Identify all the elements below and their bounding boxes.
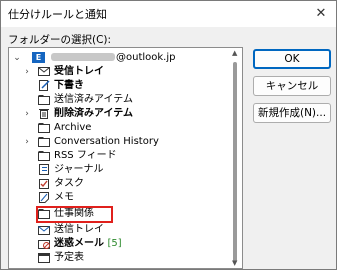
tree-item-label: 送信トレイ xyxy=(54,224,104,235)
tree-item-label: タスク xyxy=(54,178,84,189)
tree-item-label: ジャーナル xyxy=(54,164,104,175)
tree-item-label: RSS フィード xyxy=(54,150,117,161)
tree-item-conversation-history[interactable]: › Conversation History xyxy=(9,135,229,149)
tree-item-label: 削除済みアイテム xyxy=(54,108,133,119)
tree-account-row[interactable]: ⌄ E @outlook.jp xyxy=(9,51,229,65)
tree-item-label: 迷惑メール xyxy=(54,238,104,249)
junk-icon xyxy=(38,240,50,249)
tree-item-label: メモ xyxy=(54,192,74,203)
drafts-icon xyxy=(39,80,50,91)
sent-folder-icon xyxy=(38,95,50,105)
tree-item-label: 下書き xyxy=(54,80,84,91)
chevron-down-icon[interactable]: ⌄ xyxy=(12,51,22,65)
scroll-up-icon[interactable]: ▲ xyxy=(232,49,237,57)
folder-tree[interactable]: ⌄ E @outlook.jp › 受信トレイ 下書き 送信済みアイテム › 削… xyxy=(8,47,243,269)
tree-scrollbar[interactable]: ▲ ▼ xyxy=(230,48,242,268)
folder-icon xyxy=(38,123,50,133)
close-icon[interactable]: ✕ xyxy=(306,1,336,27)
tree-item-journal[interactable]: ジャーナル xyxy=(9,163,229,177)
new-folder-button[interactable]: 新規作成(N)... xyxy=(253,103,331,123)
tree-item-inbox[interactable]: › 受信トレイ xyxy=(9,65,229,79)
outbox-icon xyxy=(38,226,50,235)
tree-item-archive[interactable]: Archive xyxy=(9,121,229,135)
tree-item-label: 予定表 xyxy=(54,252,84,263)
chevron-right-icon[interactable]: › xyxy=(22,135,32,149)
rss-folder-icon xyxy=(38,151,50,161)
tree-item-outbox[interactable]: 送信トレイ xyxy=(9,223,229,237)
folder-select-label: フォルダーの選択(C): xyxy=(8,34,112,46)
scrollbar-thumb[interactable] xyxy=(233,62,237,262)
tree-item-label: Archive xyxy=(54,122,92,133)
tree-item-notes[interactable]: メモ xyxy=(9,191,229,205)
tree-item-calendar[interactable]: 予定表 xyxy=(9,251,229,265)
rules-dialog: 仕分けルールと通知 ✕ フォルダーの選択(C): ⌄ E @outlook.jp… xyxy=(0,0,337,270)
task-icon xyxy=(39,179,49,189)
trash-icon xyxy=(39,109,49,119)
tree-item-sent[interactable]: 送信済みアイテム xyxy=(9,93,229,107)
tree-item-tasks[interactable]: タスク xyxy=(9,177,229,191)
folder-icon xyxy=(38,137,50,147)
chevron-right-icon[interactable]: › xyxy=(22,65,32,79)
ok-button[interactable]: OK xyxy=(253,49,331,69)
outlook-account-icon: E xyxy=(32,52,45,63)
tree-item-label: 受信トレイ xyxy=(54,66,104,77)
note-icon xyxy=(39,192,49,203)
cancel-button[interactable]: キャンセル xyxy=(253,76,331,96)
unread-count-badge: [5] xyxy=(107,238,122,249)
tree-item-drafts[interactable]: 下書き xyxy=(9,79,229,93)
tree-item-junk[interactable]: 迷惑メール [5] xyxy=(9,237,229,251)
account-domain: @outlook.jp xyxy=(116,52,176,63)
tree-item-deleted[interactable]: › 削除済みアイテム xyxy=(9,107,229,121)
journal-icon xyxy=(39,164,49,175)
chevron-right-icon[interactable]: › xyxy=(22,107,32,121)
tree-item-label: 送信済みアイテム xyxy=(54,94,133,105)
tree-item-rss[interactable]: RSS フィード xyxy=(9,149,229,163)
dialog-title: 仕分けルールと通知 xyxy=(8,8,107,21)
selection-highlight-box xyxy=(36,206,113,223)
calendar-icon xyxy=(38,253,50,263)
inbox-icon xyxy=(38,67,50,76)
tree-item-label: Conversation History xyxy=(54,136,159,147)
title-bar: 仕分けルールと通知 ✕ xyxy=(1,1,336,27)
scroll-down-icon[interactable]: ▼ xyxy=(232,259,237,267)
redacted-email xyxy=(51,53,115,61)
